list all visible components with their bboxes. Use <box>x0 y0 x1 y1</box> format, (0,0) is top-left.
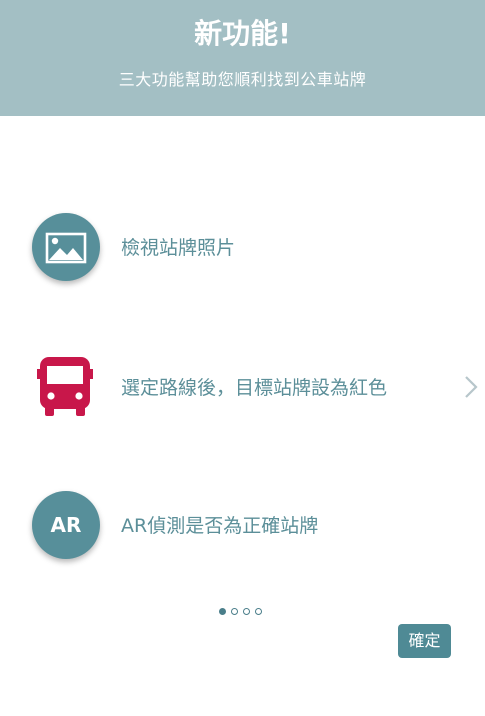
feature-label: 檢視站牌照片 <box>121 237 236 259</box>
page-subtitle: 三大功能幫助您順利找到公車站牌 <box>118 70 367 89</box>
feature-item-bus: 選定路線後，目標站牌設為紅色 <box>0 351 485 431</box>
bus-icon <box>37 357 93 416</box>
header-banner: 新功能! 三大功能幫助您順利找到公車站牌 <box>0 0 485 116</box>
page-title: 新功能! <box>194 17 291 50</box>
pagination-dots <box>219 606 265 618</box>
feature-label: AR偵測是否為正確站牌 <box>121 515 319 537</box>
page-dot[interactable] <box>219 608 226 615</box>
chevron-right-icon[interactable] <box>463 375 479 399</box>
image-icon-badge <box>32 213 100 281</box>
feature-label: 選定路線後，目標站牌設為紅色 <box>121 377 388 399</box>
feature-item-photo: 檢視站牌照片 <box>0 211 485 291</box>
page-dot[interactable] <box>243 608 250 615</box>
ar-icon-badge: AR <box>32 491 100 559</box>
feature-item-ar: AR AR偵測是否為正確站牌 <box>0 489 485 569</box>
image-icon <box>45 232 87 264</box>
page-dot[interactable] <box>255 608 262 615</box>
ar-icon: AR <box>50 513 82 537</box>
page-dot[interactable] <box>231 608 238 615</box>
confirm-button[interactable]: 確定 <box>398 624 451 658</box>
